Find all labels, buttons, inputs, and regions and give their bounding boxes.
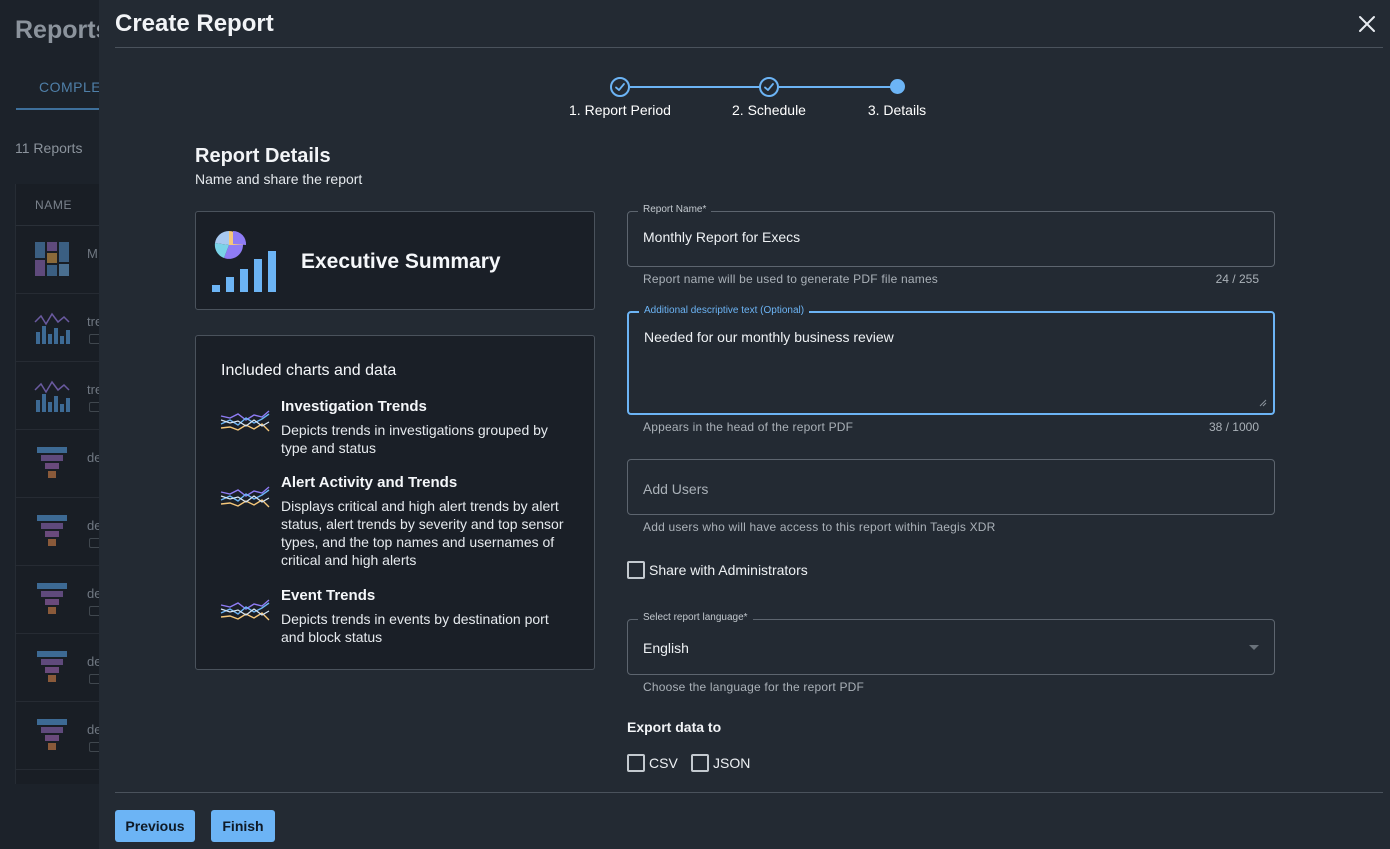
export-csv-checkbox[interactable] <box>627 754 645 772</box>
background-page: Reports COMPLETED 11 Reports NAME M tre … <box>0 0 100 849</box>
language-label: Select report language* <box>638 612 753 623</box>
step-1-indicator <box>610 77 630 97</box>
report-name-label: Report Name* <box>638 204 712 215</box>
check-icon <box>764 83 774 91</box>
column-name-header: NAME <box>35 198 73 212</box>
funnel-icon <box>37 719 67 750</box>
check-icon <box>615 83 625 91</box>
close-button[interactable] <box>1355 12 1379 36</box>
table-row[interactable]: tre <box>16 294 100 362</box>
included-item-desc: Depicts trends in events by destination … <box>281 611 549 645</box>
section-title: Report Details <box>195 145 331 167</box>
template-card: Executive Summary <box>195 211 595 310</box>
description-label: Additional descriptive text (Optional) <box>639 305 810 316</box>
trend-chart-icon <box>34 380 70 412</box>
description-helper: Appears in the head of the report PDF <box>643 420 854 434</box>
table-row[interactable]: de <box>16 430 100 498</box>
included-charts-card: Included charts and data Investigation T… <box>195 335 595 670</box>
tab-completed[interactable]: COMPLETED <box>16 64 100 110</box>
share-admins-checkbox[interactable] <box>627 561 645 579</box>
chevron-down-icon[interactable] <box>1249 645 1259 650</box>
funnel-icon <box>37 515 67 546</box>
step-2-indicator <box>759 77 779 97</box>
export-json-label[interactable]: JSON <box>713 755 750 771</box>
background-page-title: Reports <box>15 16 100 44</box>
step-1-label[interactable]: 1. Report Period <box>569 102 671 118</box>
export-title: Export data to <box>627 719 722 735</box>
reports-table: NAME M tre tre de de de de de <box>15 184 100 784</box>
report-count: 11 Reports <box>15 140 83 156</box>
table-row[interactable]: M <box>16 226 100 294</box>
report-name-helper: Report name will be used to generate PDF… <box>643 272 939 286</box>
previous-button[interactable]: Previous <box>115 810 195 842</box>
add-users-placeholder[interactable]: Add Users <box>643 481 708 497</box>
row-name: M <box>87 246 98 261</box>
close-icon <box>1359 16 1375 32</box>
pie-bar-chart-icon <box>212 230 276 292</box>
description-counter: 38 / 1000 <box>1208 420 1259 434</box>
step-connector <box>630 86 760 88</box>
tab-completed-label: COMPLETED <box>39 79 100 95</box>
funnel-icon <box>37 583 67 614</box>
line-trend-icon <box>220 486 270 508</box>
trend-chart-icon <box>34 312 70 344</box>
export-json-checkbox[interactable] <box>691 754 709 772</box>
step-connector <box>779 86 897 88</box>
executive-thumb-icon <box>35 242 69 276</box>
description-field[interactable]: Additional descriptive text (Optional) N… <box>627 305 1275 415</box>
table-header: NAME <box>16 184 100 226</box>
share-admins-label[interactable]: Share with Administrators <box>649 562 808 578</box>
header-divider <box>115 47 1383 48</box>
table-row[interactable]: de <box>16 498 100 566</box>
table-row[interactable]: de <box>16 566 100 634</box>
description-value[interactable]: Needed for our monthly business review <box>644 329 894 345</box>
funnel-icon <box>37 447 67 478</box>
step-2-label[interactable]: 2. Schedule <box>732 102 806 118</box>
resize-handle-icon[interactable] <box>1259 399 1267 407</box>
line-trend-icon <box>220 410 270 432</box>
step-3-label: 3. Details <box>867 102 927 118</box>
stepper: 1. Report Period 2. Schedule 3. Details <box>539 76 959 126</box>
create-report-modal: Create Report 1. Report Period 2. Schedu… <box>99 0 1390 849</box>
add-users-helper: Add users who will have access to this r… <box>643 520 996 534</box>
report-name-value[interactable]: Monthly Report for Execs <box>643 229 800 245</box>
finish-button[interactable]: Finish <box>211 810 275 842</box>
included-item-desc: Displays critical and high alert trends … <box>281 498 564 568</box>
add-users-field[interactable]: Add Users <box>627 459 1275 515</box>
table-row[interactable]: de <box>16 634 100 702</box>
included-item-title: Alert Activity and Trends <box>281 474 458 491</box>
included-charts-title: Included charts and data <box>221 362 397 379</box>
table-row[interactable]: tre <box>16 362 100 430</box>
report-name-counter: 24 / 255 <box>1215 272 1259 286</box>
language-value[interactable]: English <box>643 640 689 656</box>
modal-title: Create Report <box>115 10 274 37</box>
step-3-indicator <box>890 79 905 94</box>
included-item-desc: Depicts trends in investigations grouped… <box>281 422 548 456</box>
language-select[interactable]: Select report language* English <box>627 612 1275 675</box>
export-csv-label[interactable]: CSV <box>649 755 678 771</box>
funnel-icon <box>37 651 67 682</box>
footer-divider <box>115 792 1383 793</box>
included-item-title: Event Trends <box>281 587 376 604</box>
language-helper: Choose the language for the report PDF <box>643 680 865 694</box>
report-name-field[interactable]: Report Name* Monthly Report for Execs <box>627 204 1275 267</box>
table-row[interactable]: de <box>16 702 100 770</box>
section-subtitle: Name and share the report <box>195 171 363 187</box>
included-item-title: Investigation Trends <box>281 398 427 415</box>
template-name: Executive Summary <box>301 250 501 273</box>
line-trend-icon <box>220 599 270 621</box>
